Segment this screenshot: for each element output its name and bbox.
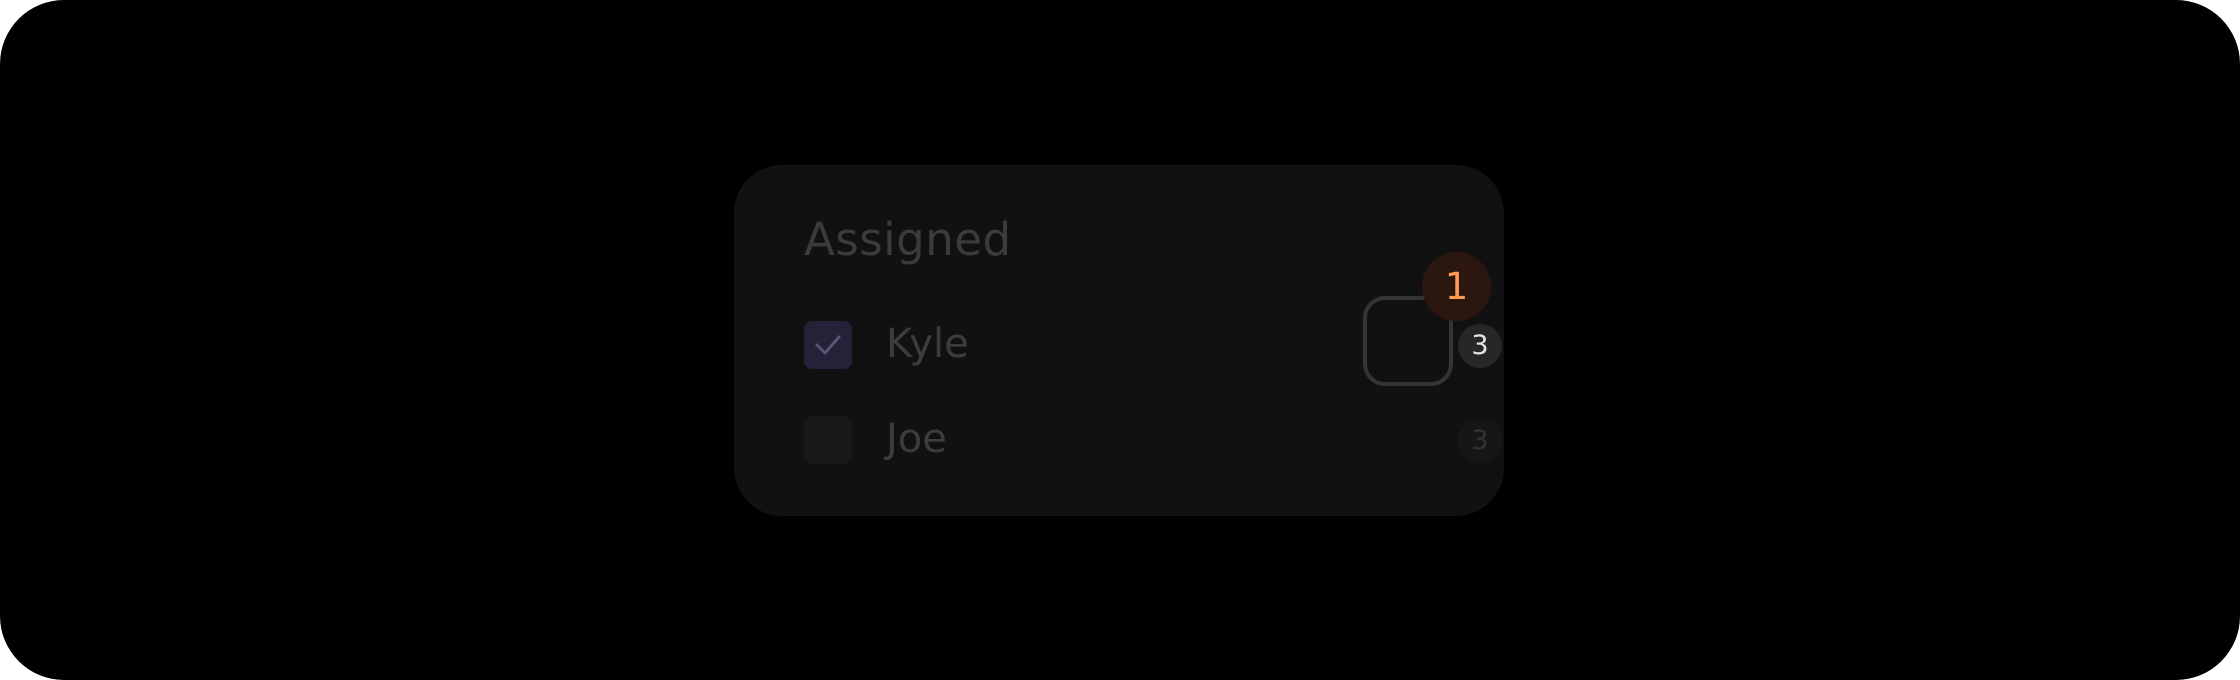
checkbox-joe[interactable] [804,416,852,464]
list-item-joe[interactable]: Joe 3 [804,416,1502,466]
count-badge-kyle[interactable]: 3 [1458,324,1502,368]
checkmark-icon [815,335,841,355]
panel-title: Assigned [804,213,1012,266]
item-label-joe: Joe [886,416,947,462]
checkbox-kyle[interactable] [804,321,852,369]
count-badge-joe[interactable]: 3 [1458,419,1502,463]
canvas: Assigned Kyle 3 Joe 3 1 [0,0,2240,680]
step-number-marker: 1 [1422,252,1491,321]
item-label-kyle: Kyle [886,321,969,367]
list-item-kyle[interactable]: Kyle 3 [804,321,1502,371]
